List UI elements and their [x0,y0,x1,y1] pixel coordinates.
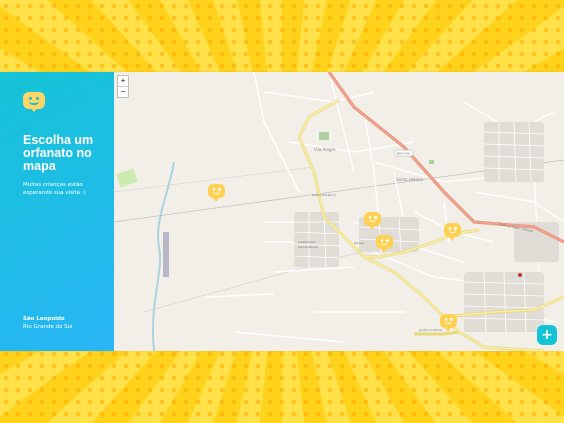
map-label-vila-alegre: Vila Alegre [314,147,336,152]
location-info: São Leopoldo Rio Grande do Sul [23,315,104,331]
map-label-loteamento: Loteamento [298,240,316,244]
sidebar: Escolha um orfanato no mapa Muitas crian… [0,72,114,351]
map-tiles: Vila Alegre Santa Helena Loteamento Garc… [114,72,564,351]
city-name: São Leopoldo [23,316,65,322]
orphanage-marker-icon[interactable] [364,212,381,232]
map-label-jardim-botanico: Jardim Botânico [311,193,336,197]
map-label-parque: Parque [354,241,364,245]
orphanage-marker-icon[interactable] [376,235,393,255]
map-view[interactable]: Vila Alegre Santa Helena Loteamento Garc… [114,72,564,351]
add-orphanage-button[interactable]: + [537,325,557,345]
app-window: Escolha um orfanato no mapa Muitas crian… [0,72,564,351]
map-label-santa-helena: Santa Helena [396,177,423,182]
orphanage-marker-icon[interactable] [444,223,461,243]
zoom-in-button[interactable]: + [118,76,128,86]
page-title: Escolha um orfanato no mapa [23,133,94,173]
page-subtitle: Muitas crianças estão esperando sua visi… [23,182,86,196]
orphanage-marker-icon[interactable] [440,314,457,334]
sidebar-header: Escolha um orfanato no mapa Muitas crian… [23,92,104,197]
happy-map-marker-icon [23,92,45,112]
map-label-garcia-neves: Garcia Neves [298,245,318,249]
state-name: Rio Grande do Sul [23,324,73,330]
zoom-control: + − [117,75,129,98]
zoom-out-button[interactable]: − [118,86,128,97]
map-label-brs-448: BRS-448 [397,152,410,156]
map-label-jardim-america: Jardim América [418,328,442,332]
orphanage-marker-icon[interactable] [208,184,225,204]
